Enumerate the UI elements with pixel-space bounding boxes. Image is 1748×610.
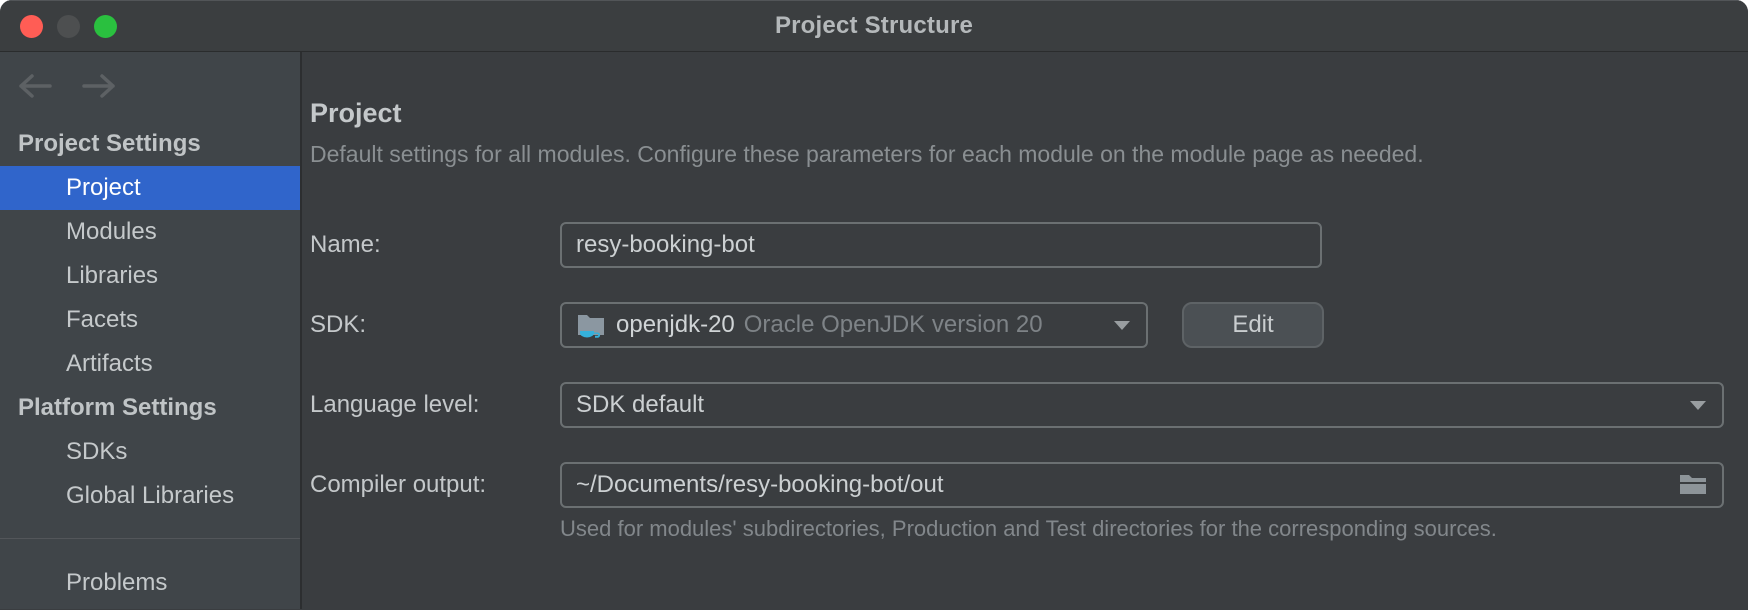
dialog-body: Project Settings Project Modules Librari… [0,52,1748,609]
sidebar-item-problems[interactable]: Problems [0,561,300,605]
sdk-version: Oracle OpenJDK version 20 [743,311,1043,338]
language-level-row: Language level: SDK default [310,382,1724,428]
sidebar-item-project[interactable]: Project [0,166,300,210]
page-description: Default settings for all modules. Config… [310,141,1424,167]
sidebar-item-libraries[interactable]: Libraries [0,254,300,298]
project-form: Name: resy-booking-bot SDK: openjdk-20 O… [310,222,1724,542]
titlebar: Project Structure [0,0,1748,52]
name-value: resy-booking-bot [576,231,755,258]
sidebar-item-label: SDKs [66,438,128,465]
back-arrow-icon[interactable] [16,72,54,100]
window-title: Project Structure [774,12,974,39]
sidebar-item-modules[interactable]: Modules [0,210,300,254]
name-row: Name: resy-booking-bot [310,222,1724,268]
project-structure-dialog: Project Structure Project Settings Proje… [0,0,1748,610]
sidebar-item-artifacts[interactable]: Artifacts [0,342,300,386]
edit-sdk-button[interactable]: Edit [1182,302,1324,348]
close-button[interactable] [20,14,43,38]
sidebar-header-platform-settings: Platform Settings [0,386,300,430]
sidebar-header-project-settings: Project Settings [0,122,300,166]
history-nav [0,64,300,114]
sidebar-item-sdks[interactable]: SDKs [0,430,300,474]
chevron-down-icon [1100,319,1132,331]
compiler-output-help: Used for modules' subdirectories, Produc… [560,516,1497,541]
name-input[interactable]: resy-booking-bot [560,222,1322,268]
sidebar-item-facets[interactable]: Facets [0,298,300,342]
sidebar-list: Project Settings Project Modules Librari… [0,122,300,605]
sdk-dropdown[interactable]: openjdk-20 Oracle OpenJDK version 20 [560,302,1148,348]
jdk-icon [576,310,606,340]
language-level-dropdown[interactable]: SDK default [560,382,1724,428]
sdk-name: openjdk-20 [616,311,735,338]
minimize-button[interactable] [57,14,80,38]
compiler-output-row: Compiler output: ~/Documents/resy-bookin… [310,462,1724,508]
compiler-output-value: ~/Documents/resy-booking-bot/out [576,471,944,498]
sidebar-item-label: Global Libraries [66,482,235,509]
chevron-down-icon [1676,399,1708,411]
language-level-value: SDK default [576,391,705,418]
page-title: Project [310,98,402,128]
language-level-label: Language level: [310,391,480,418]
sidebar-item-label: Artifacts [66,350,153,377]
sidebar-divider [0,538,300,539]
sidebar-item-global-libraries[interactable]: Global Libraries [0,474,300,518]
sidebar-header-label: Platform Settings [18,394,217,421]
sidebar-item-label: Facets [66,306,139,333]
sdk-label: SDK: [310,311,367,338]
sidebar-item-label: Project [66,174,141,201]
edit-sdk-label: Edit [1232,311,1274,338]
sidebar-item-label: Problems [66,569,168,596]
traffic-lights [20,1,117,51]
zoom-button[interactable] [94,14,117,38]
main-panel: Project Default settings for all modules… [302,52,1748,609]
forward-arrow-icon[interactable] [80,72,118,100]
sidebar-header-label: Project Settings [18,130,201,157]
sidebar: Project Settings Project Modules Librari… [0,52,302,609]
sidebar-item-label: Modules [66,218,157,245]
browse-folder-icon[interactable] [1678,472,1708,498]
name-label: Name: [310,231,381,258]
sdk-row: SDK: openjdk-20 Oracle OpenJDK version 2… [310,302,1724,348]
compiler-output-label: Compiler output: [310,471,487,498]
sidebar-item-label: Libraries [66,262,159,289]
compiler-output-input[interactable]: ~/Documents/resy-booking-bot/out [560,462,1724,508]
